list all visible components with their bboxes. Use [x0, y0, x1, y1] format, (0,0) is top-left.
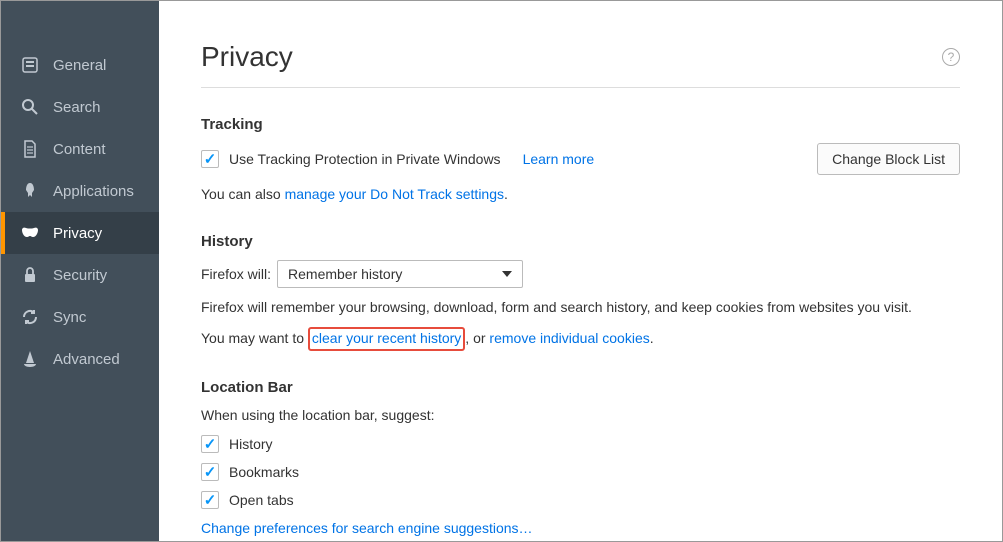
sidebar-item-advanced[interactable]: Advanced [1, 338, 159, 380]
page-title-row: Privacy ? [201, 41, 960, 88]
change-search-suggestions-link[interactable]: Change preferences for search engine sug… [201, 520, 533, 536]
sidebar-item-privacy[interactable]: Privacy [1, 212, 159, 254]
content-area: Privacy ? Tracking Use Tracking Protecti… [159, 1, 1002, 541]
dnt-text: You can also manage your Do Not Track se… [201, 185, 960, 205]
locationbar-section: Location Bar When using the location bar… [201, 379, 960, 539]
suggest-history-checkbox[interactable] [201, 435, 219, 453]
history-mode-select[interactable]: Remember history [277, 260, 523, 288]
sidebar-item-label: Sync [53, 309, 86, 326]
locationbar-when-using: When using the location bar, suggest: [201, 406, 960, 426]
sidebar-item-label: Applications [53, 183, 134, 200]
history-clear-text: You may want to clear your recent histor… [201, 327, 960, 351]
sidebar-item-applications[interactable]: Applications [1, 170, 159, 212]
sidebar-item-label: Security [53, 267, 107, 284]
sidebar-item-label: Privacy [53, 225, 102, 242]
sidebar-item-label: Advanced [53, 351, 120, 368]
suggest-history-label: History [229, 436, 273, 452]
page-title: Privacy [201, 41, 293, 73]
remove-cookies-link[interactable]: remove individual cookies [489, 330, 649, 346]
sidebar-item-search[interactable]: Search [1, 86, 159, 128]
history-mode-value: Remember history [288, 266, 402, 282]
locationbar-heading: Location Bar [201, 379, 960, 396]
general-icon [19, 54, 41, 76]
history-remember-text: Firefox will remember your browsing, dow… [201, 298, 960, 318]
sync-icon [19, 306, 41, 328]
rocket-icon [19, 180, 41, 202]
firefox-will-label: Firefox will: [201, 266, 271, 282]
tracking-heading: Tracking [201, 116, 960, 133]
tracking-protection-checkbox[interactable] [201, 150, 219, 168]
history-section: History Firefox will: Remember history F… [201, 233, 960, 351]
mask-icon [19, 222, 41, 244]
tracking-section: Tracking Use Tracking Protection in Priv… [201, 116, 960, 205]
sidebar: General Search Content Applications Priv… [1, 1, 159, 541]
sidebar-item-security[interactable]: Security [1, 254, 159, 296]
suggest-bookmarks-checkbox[interactable] [201, 463, 219, 481]
history-heading: History [201, 233, 960, 250]
lock-icon [19, 264, 41, 286]
change-block-list-button[interactable]: Change Block List [817, 143, 960, 175]
manage-dnt-link[interactable]: manage your Do Not Track settings [285, 186, 504, 202]
search-icon [19, 96, 41, 118]
sidebar-item-label: Search [53, 99, 101, 116]
highlighted-link: clear your recent history [308, 327, 465, 351]
sidebar-item-label: Content [53, 141, 106, 158]
clear-recent-history-link[interactable]: clear your recent history [312, 330, 461, 346]
wizard-hat-icon [19, 348, 41, 370]
sidebar-item-general[interactable]: General [1, 44, 159, 86]
learn-more-link[interactable]: Learn more [523, 151, 595, 167]
document-icon [19, 138, 41, 160]
tracking-protection-label: Use Tracking Protection in Private Windo… [229, 151, 501, 167]
suggest-bookmarks-label: Bookmarks [229, 464, 299, 480]
sidebar-item-label: General [53, 57, 106, 74]
suggest-opentabs-label: Open tabs [229, 492, 294, 508]
sidebar-item-content[interactable]: Content [1, 128, 159, 170]
help-icon[interactable]: ? [942, 48, 960, 66]
sidebar-item-sync[interactable]: Sync [1, 296, 159, 338]
chevron-down-icon [502, 271, 512, 277]
suggest-opentabs-checkbox[interactable] [201, 491, 219, 509]
